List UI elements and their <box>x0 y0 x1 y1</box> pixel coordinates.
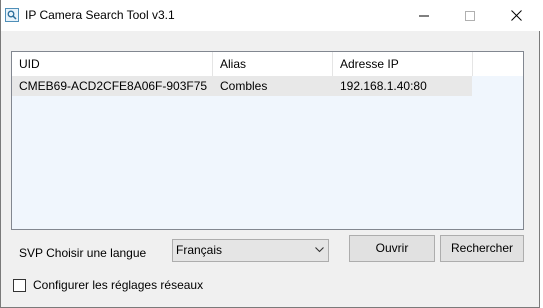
title-bar[interactable]: IP Camera Search Tool v3.1 <box>1 0 541 31</box>
language-label: SVP Choisir une langue <box>19 246 147 260</box>
language-select[interactable]: Français <box>172 239 329 262</box>
list-header: UID Alias Adresse IP <box>12 52 523 77</box>
open-button[interactable]: Ouvrir <box>349 235 435 262</box>
column-header-ip[interactable]: Adresse IP <box>333 52 473 76</box>
list-body[interactable]: CMEB69-ACD2CFE8A06F-903F75 Combles 192.1… <box>12 76 523 229</box>
minimize-button[interactable] <box>401 0 447 31</box>
table-row[interactable]: CMEB69-ACD2CFE8A06F-903F75 Combles 192.1… <box>12 76 472 96</box>
maximize-icon <box>465 10 475 21</box>
minimize-icon <box>419 15 429 16</box>
chevron-down-icon <box>315 247 324 253</box>
language-selected-value: Français <box>176 243 223 257</box>
close-icon <box>510 10 522 21</box>
close-button[interactable] <box>493 0 539 31</box>
network-settings-label[interactable]: Configurer les réglages réseaux <box>33 278 203 292</box>
camera-list[interactable]: UID Alias Adresse IP CMEB69-ACD2CFE8A06F… <box>11 51 524 230</box>
column-header-uid[interactable]: UID <box>12 52 213 76</box>
magnifier-app-icon <box>5 8 19 22</box>
cell-ip: 192.168.1.40:80 <box>340 79 427 93</box>
window-title: IP Camera Search Tool v3.1 <box>25 8 175 22</box>
cell-alias: Combles <box>220 79 268 93</box>
network-settings-checkbox[interactable] <box>13 279 26 292</box>
cell-uid: CMEB69-ACD2CFE8A06F-903F75 <box>19 79 208 93</box>
search-button[interactable]: Rechercher <box>440 235 524 262</box>
maximize-button[interactable] <box>447 0 493 31</box>
column-header-alias[interactable]: Alias <box>213 52 333 76</box>
app-window: IP Camera Search Tool v3.1 UID Alias Adr… <box>0 0 541 308</box>
